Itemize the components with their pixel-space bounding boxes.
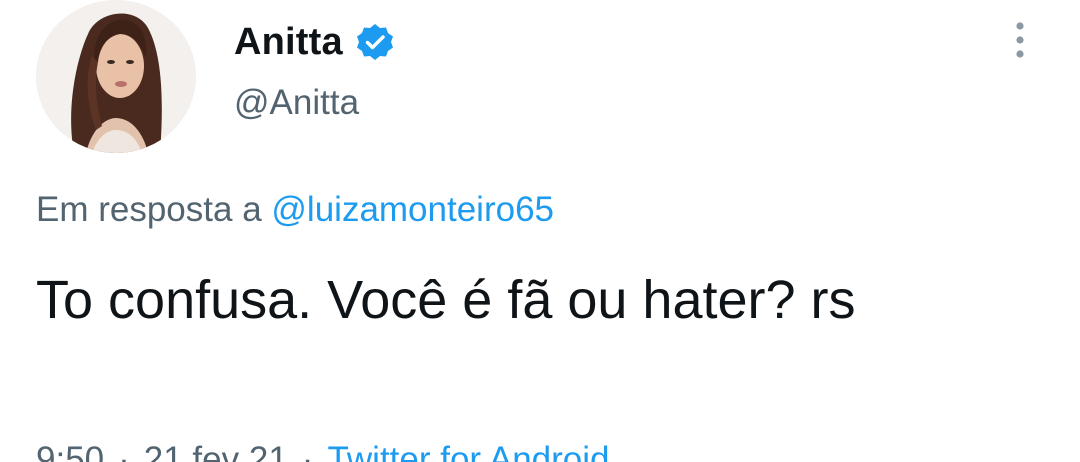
reply-context: Em resposta a @luizamonteiro65 [36,190,554,230]
tweet-meta: 9:50 · 21 fev 21 · Twitter for Android [36,440,610,462]
tweet-text: To confusa. Você é fã ou hater? rs [36,270,856,330]
meta-separator-2: · [301,440,314,462]
display-name-row: Anitta [234,14,395,70]
avatar-photo [36,0,196,153]
user-handle[interactable]: @Anitta [234,83,359,123]
verified-badge-icon [356,24,393,60]
tweet-time[interactable]: 9:50 [36,440,104,462]
more-options-icon[interactable] [1006,20,1034,60]
tweet-date[interactable]: 21 fev 21 [144,440,288,462]
tweet-source-link[interactable]: Twitter for Android [327,440,609,462]
display-name[interactable]: Anitta [234,21,343,64]
reply-mention-link[interactable]: @luizamonteiro65 [271,190,554,229]
meta-separator: · [118,440,130,462]
tweet-card: Anitta @Anitta Em resposta a @luizamonte… [0,0,1080,462]
avatar[interactable] [36,0,196,153]
reply-prefix: Em resposta a [36,190,272,229]
